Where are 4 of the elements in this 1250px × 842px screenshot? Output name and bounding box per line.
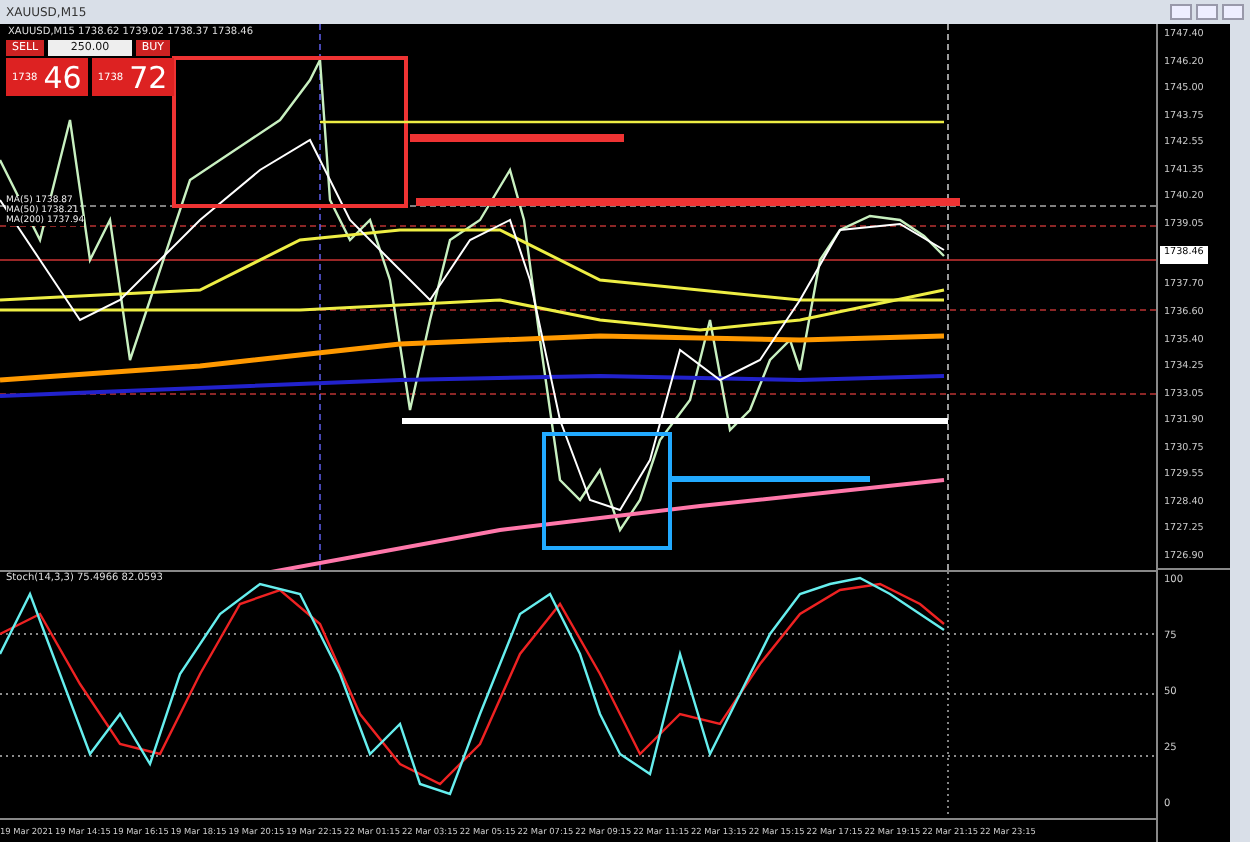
minimize-button[interactable] [1170, 4, 1192, 20]
maximize-button[interactable] [1196, 4, 1218, 20]
highlight-rectangle [542, 432, 672, 550]
close-button[interactable] [1222, 4, 1244, 20]
